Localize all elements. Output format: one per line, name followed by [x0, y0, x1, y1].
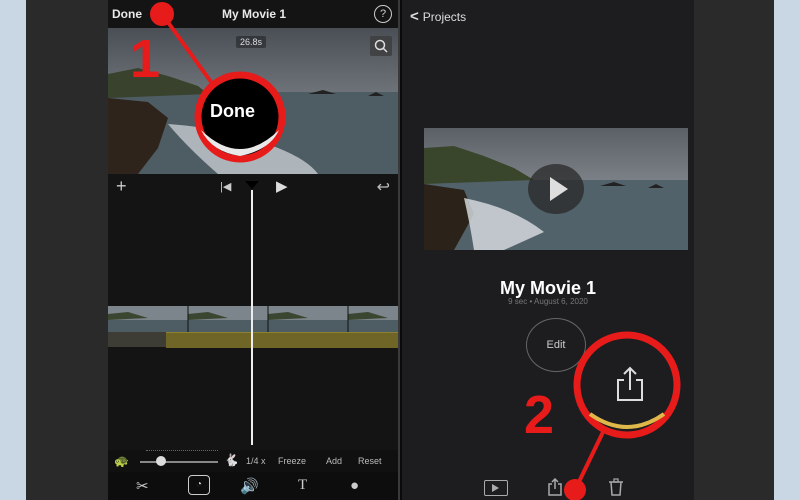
filter-icon[interactable]: ●: [350, 477, 359, 494]
trash-icon[interactable]: [608, 478, 624, 496]
speed-ticks: [146, 450, 218, 456]
step-2-number: 2: [524, 385, 555, 445]
chevron-left-icon: <: [410, 8, 419, 25]
duration-badge: 26.8s: [236, 36, 267, 48]
video-clip-strip[interactable]: [108, 306, 400, 332]
zoom-icon[interactable]: [370, 36, 392, 56]
volume-icon[interactable]: 🔊: [240, 477, 259, 495]
reset-button[interactable]: Reset: [358, 456, 382, 466]
title-icon[interactable]: T: [298, 477, 307, 494]
movie-thumbnail[interactable]: [424, 128, 688, 250]
speed-slider[interactable]: [140, 461, 218, 463]
play-icon[interactable]: [484, 480, 508, 496]
add-button[interactable]: Add: [326, 456, 342, 466]
done-callout-label: Done: [210, 101, 255, 121]
undo-icon[interactable]: ↩: [377, 177, 390, 197]
playhead-marker[interactable]: [245, 181, 259, 189]
speed-slider-knob[interactable]: [156, 456, 166, 466]
step-1-number: 1: [130, 29, 161, 89]
skip-start-icon[interactable]: |◀: [220, 180, 231, 193]
playhead-line: [251, 190, 253, 445]
question-circle-icon[interactable]: ?: [374, 5, 392, 23]
speed-icon[interactable]: ◔: [188, 475, 210, 495]
project-title: My Movie 1: [221, 7, 287, 21]
share-icon[interactable]: [546, 478, 564, 496]
editor-top-bar: Done My Movie 1 ?: [108, 0, 400, 28]
editor-toolbar: ✂ ◔ 🔊 T ●: [108, 472, 400, 500]
movie-subtitle: 9 sec • August 6, 2020: [508, 297, 588, 306]
play-icon[interactable]: [528, 164, 584, 214]
scissors-icon[interactable]: ✂: [136, 477, 149, 495]
speed-value: 1/4 x: [246, 456, 266, 466]
plus-icon[interactable]: +: [116, 176, 127, 197]
clip-audio-left: [108, 332, 166, 347]
back-label: Projects: [422, 10, 467, 24]
share-icon[interactable]: [610, 362, 650, 408]
audio-track[interactable]: [166, 332, 400, 348]
edit-button[interactable]: Edit: [526, 318, 586, 372]
back-to-projects[interactable]: < Projects: [410, 8, 466, 25]
movie-title: My Movie 1: [499, 278, 597, 298]
hare-icon: 🐇: [224, 453, 239, 467]
project-bottom-toolbar: [402, 472, 694, 500]
freeze-button[interactable]: Freeze: [278, 456, 306, 466]
turtle-icon: 🐢: [114, 454, 129, 468]
speed-controls: 🐢 🐇 1/4 x Freeze Add Reset: [108, 450, 400, 472]
play-icon[interactable]: ▶: [276, 177, 288, 195]
